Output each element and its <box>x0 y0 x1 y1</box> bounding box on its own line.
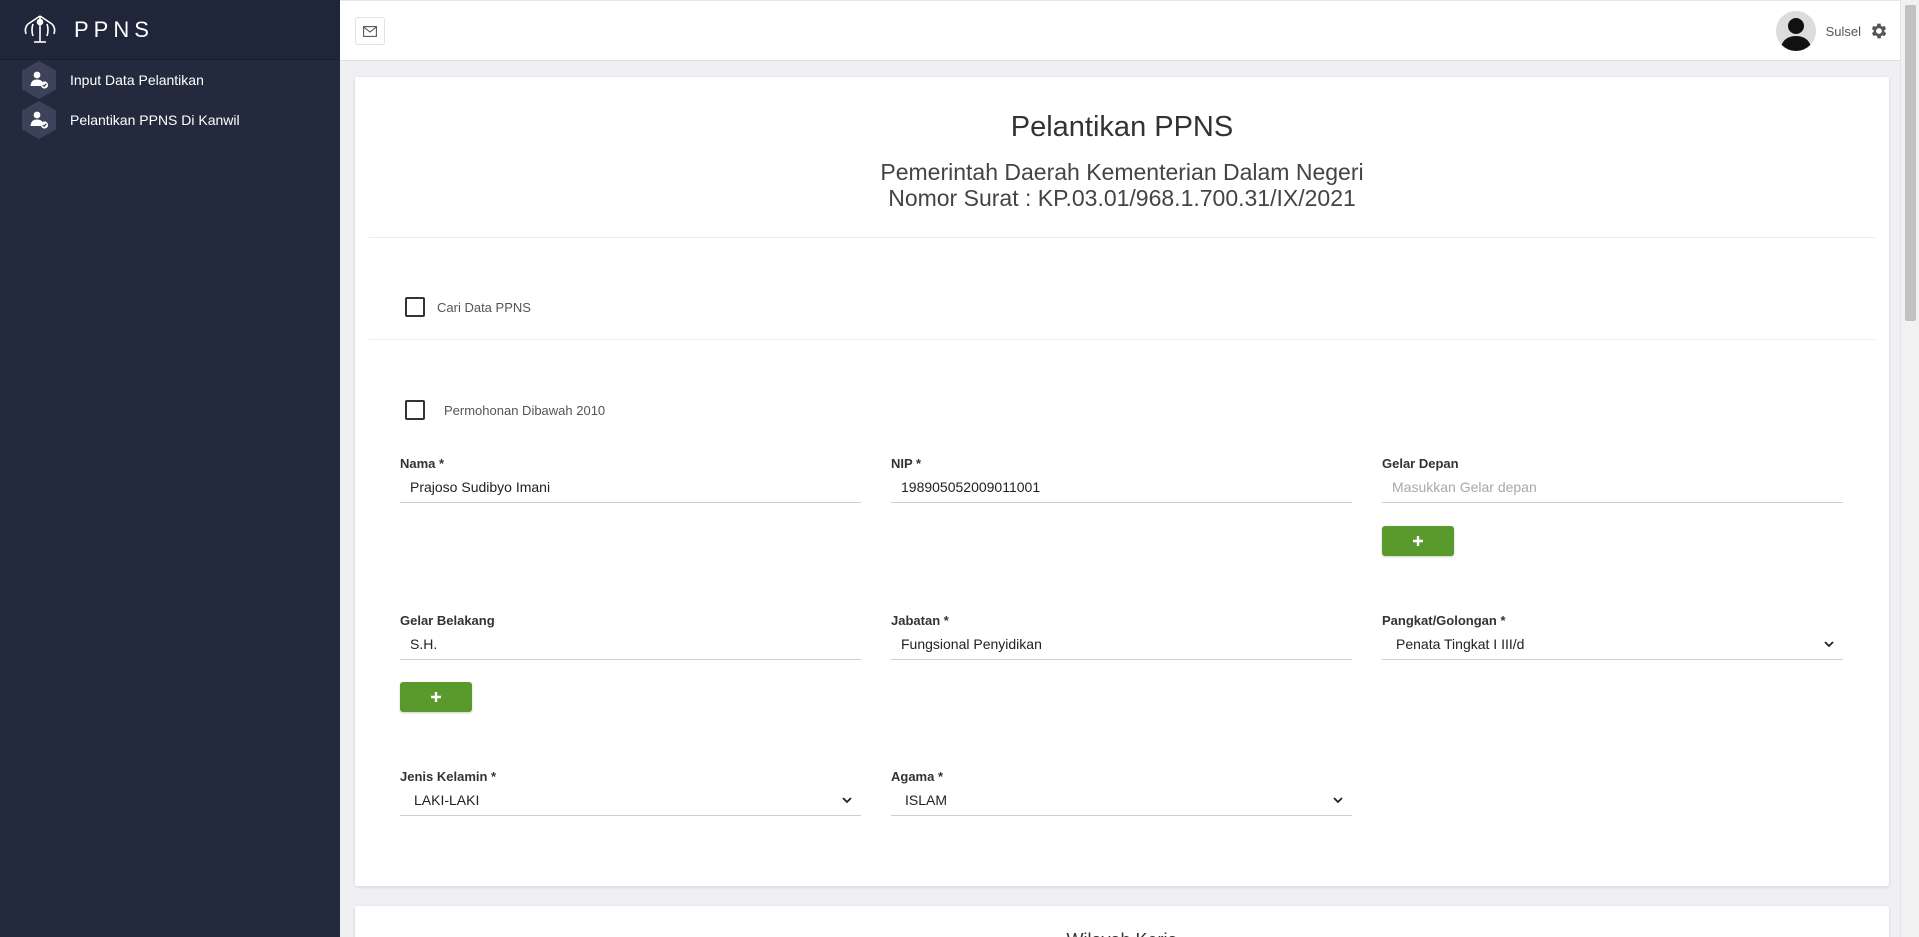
mail-icon <box>363 25 377 37</box>
user-check-icon <box>19 100 59 140</box>
mail-button[interactable] <box>355 17 385 45</box>
page-scrollbar[interactable] <box>1900 0 1919 937</box>
pangkat-golongan-label: Pangkat/Golongan * <box>1382 613 1506 628</box>
subtitle-instansi: Pemerintah Daerah Kementerian Dalam Nege… <box>880 159 1364 185</box>
chevron-down-icon <box>1824 640 1834 647</box>
cari-section: Cari Data PPNS <box>369 238 1875 340</box>
card-header: Pelantikan PPNS Pemerintah Daerah Kement… <box>369 77 1875 238</box>
pangkat-golongan-select[interactable]: Penata Tingkat I III/d <box>1382 628 1843 660</box>
sidebar: PPNS Input Data Pelantikan Pelantikan PP <box>0 0 340 937</box>
plus-icon <box>431 692 441 702</box>
agama-value: ISLAM <box>905 791 948 808</box>
jenis-kelamin-value: LAKI-LAKI <box>414 791 480 808</box>
gelar-belakang-label: Gelar Belakang <box>400 613 495 628</box>
agama-select[interactable]: ISLAM <box>891 784 1352 816</box>
user-name[interactable]: Sulsel <box>1826 24 1861 39</box>
gelar-depan-label: Gelar Depan <box>1382 456 1459 471</box>
user-check-icon <box>19 60 59 100</box>
gelar-belakang-input[interactable] <box>400 628 861 660</box>
jabatan-label: Jabatan * <box>891 613 949 628</box>
add-gelar-depan-button[interactable] <box>1382 526 1454 556</box>
brand-name: PPNS <box>74 16 154 42</box>
card-subtitle: Pemerintah Daerah Kementerian Dalam Nege… <box>369 159 1875 211</box>
logo-icon <box>24 14 56 43</box>
cari-data-ppns-checkbox[interactable] <box>405 297 425 317</box>
scrollbar-thumb[interactable] <box>1905 5 1916 321</box>
nama-input[interactable] <box>400 471 861 503</box>
pangkat-golongan-value: Penata Tingkat I III/d <box>1396 635 1525 652</box>
nip-label: NIP * <box>891 456 922 471</box>
sidebar-item-label: Pelantikan PPNS Di Kanwil <box>70 112 240 128</box>
cari-data-ppns-label: Cari Data PPNS <box>437 299 531 315</box>
wilayah-kerja-title: Wilayah Kerja <box>355 906 1889 937</box>
permohonan-dibawah-2010-label: Permohonan Dibawah 2010 <box>444 402 606 418</box>
wilayah-kerja-card: Wilayah Kerja <box>355 906 1889 937</box>
agama-label: Agama * <box>891 769 944 784</box>
nip-input[interactable] <box>891 471 1352 503</box>
sidebar-item-label: Input Data Pelantikan <box>70 72 204 88</box>
permohonan-row[interactable]: Permohonan Dibawah 2010 <box>405 400 605 420</box>
jenis-kelamin-select[interactable]: LAKI-LAKI <box>400 784 861 816</box>
gear-icon[interactable] <box>1869 21 1889 41</box>
pelantikan-card: Pelantikan PPNS Pemerintah Daerah Kement… <box>355 77 1889 886</box>
jabatan-input[interactable] <box>891 628 1352 660</box>
nama-label: Nama * <box>400 456 445 471</box>
sidebar-item-input-data-pelantikan[interactable]: Input Data Pelantikan <box>0 60 340 100</box>
brand[interactable]: PPNS <box>0 0 340 60</box>
subtitle-nomor-surat: Nomor Surat : KP.03.01/968.1.700.31/IX/2… <box>888 185 1356 211</box>
add-gelar-belakang-button[interactable] <box>400 682 472 712</box>
user-menu[interactable]: Sulsel <box>1775 11 1889 51</box>
plus-icon <box>1413 536 1423 546</box>
page-title: Pelantikan PPNS <box>1010 111 1234 143</box>
chevron-down-icon <box>842 796 852 803</box>
avatar-icon[interactable] <box>1775 11 1816 51</box>
topbar: Sulsel <box>340 0 1900 61</box>
gelar-depan-input[interactable] <box>1382 471 1843 503</box>
cari-data-ppns-row[interactable]: Cari Data PPNS <box>405 297 1875 317</box>
chevron-down-icon <box>1333 796 1343 803</box>
sidebar-item-pelantikan-ppns-di-kanwil[interactable]: Pelantikan PPNS Di Kanwil <box>0 100 340 140</box>
permohonan-dibawah-2010-checkbox[interactable] <box>405 400 425 420</box>
jenis-kelamin-label: Jenis Kelamin * <box>400 769 497 784</box>
